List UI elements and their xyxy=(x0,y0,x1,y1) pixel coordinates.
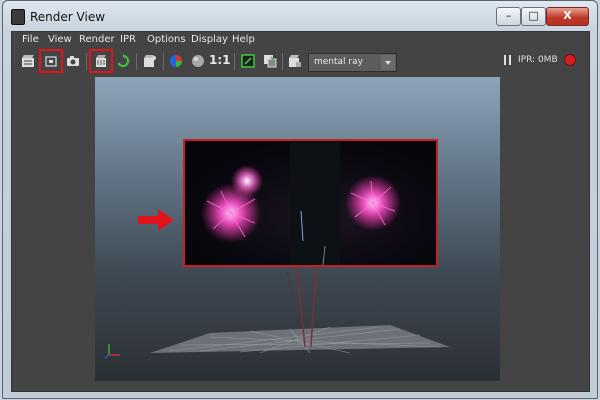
refresh-ipr-icon[interactable] xyxy=(113,51,133,71)
menu-options[interactable]: Options xyxy=(147,34,186,45)
toolbar-separator xyxy=(282,53,283,70)
toolbar-separator xyxy=(86,53,87,70)
render-region-icon[interactable] xyxy=(39,49,63,73)
snapshot-icon[interactable] xyxy=(63,51,83,71)
fireworks-render xyxy=(201,141,401,265)
menu-help[interactable]: Help xyxy=(232,34,255,45)
real-size-icon[interactable]: 1:1 xyxy=(209,53,231,67)
toolbar: 1:1 mental ray IPR: 0MB xyxy=(12,49,589,74)
window-title: Render View xyxy=(30,10,106,24)
renderer-dropdown[interactable]: mental ray xyxy=(308,53,397,72)
ipr-pause-icon[interactable] xyxy=(504,55,511,65)
display-alpha-icon[interactable] xyxy=(188,51,208,71)
renderer-value: mental ray xyxy=(314,57,363,67)
title-bar[interactable]: Render View – □ X xyxy=(3,1,597,31)
render-view-window: Render View – □ X File View Render IPR O… xyxy=(0,0,600,400)
close-button[interactable]: X xyxy=(546,7,589,26)
menu-ipr[interactable]: IPR xyxy=(120,34,136,45)
render-settings-window-icon[interactable] xyxy=(285,51,305,71)
window-frame: Render View – □ X File View Render IPR O… xyxy=(2,0,598,399)
ipr-render-icon[interactable] xyxy=(89,49,113,73)
toolbar-separator xyxy=(234,53,235,70)
display-rgb-icon[interactable] xyxy=(166,51,186,71)
toolbar-separator xyxy=(163,53,164,70)
menu-display[interactable]: Display xyxy=(191,34,228,45)
menu-render[interactable]: Render xyxy=(79,34,115,45)
ipr-memory-label: IPR: 0MB xyxy=(518,55,558,65)
remove-image-icon[interactable] xyxy=(260,51,280,71)
ipr-stop-icon[interactable] xyxy=(564,54,576,66)
render-frame-icon[interactable] xyxy=(18,51,38,71)
render-view-panel: File View Render IPR Options Display Hel… xyxy=(11,31,590,392)
render-preview-image xyxy=(183,139,438,267)
annotation-arrow-icon xyxy=(138,209,174,231)
menu-file[interactable]: File xyxy=(22,34,39,45)
keep-image-icon[interactable] xyxy=(238,51,258,71)
minimize-button[interactable]: – xyxy=(496,7,521,26)
menu-bar: File View Render IPR Options Display Hel… xyxy=(12,32,589,49)
axis-gizmo-icon xyxy=(104,344,120,359)
viewport-scroll-area[interactable] xyxy=(578,77,589,381)
maximize-button[interactable]: □ xyxy=(521,7,546,26)
render-settings-icon[interactable] xyxy=(140,51,160,71)
toolbar-separator xyxy=(136,53,137,70)
firework-trails xyxy=(286,252,318,348)
clapperboard-app-icon xyxy=(11,9,25,25)
menu-view[interactable]: View xyxy=(48,34,72,45)
chevron-down-icon xyxy=(381,55,395,70)
